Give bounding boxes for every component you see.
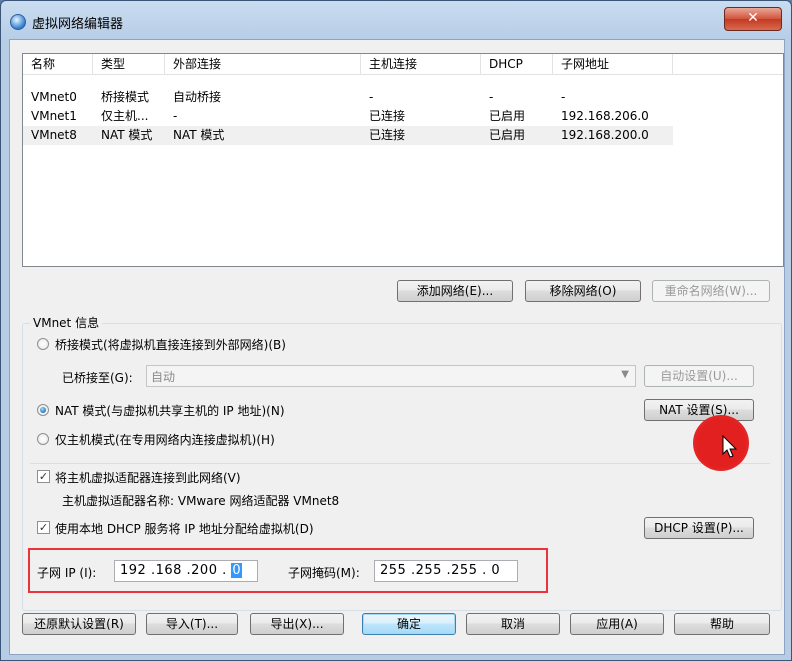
cancel-button[interactable]: 取消 — [466, 613, 560, 635]
cell-subnet: 192.168.206.0 — [561, 109, 649, 123]
column-header-type[interactable]: 类型 — [93, 54, 165, 75]
click-indicator — [693, 415, 749, 471]
connect-adapter-label[interactable]: 将主机虚拟适配器连接到此网络(V) — [55, 469, 241, 486]
adapter-name-label: 主机虚拟适配器名称: VMware 网络适配器 VMnet8 — [62, 494, 340, 508]
title-bar[interactable]: 虚拟网络编辑器 ✕ — [1, 1, 791, 41]
cell-external: NAT 模式 — [173, 128, 225, 142]
column-header-external[interactable]: 外部连接 — [165, 54, 361, 75]
globe-icon — [10, 14, 26, 30]
dhcp-settings-button[interactable]: DHCP 设置(P)... — [644, 517, 754, 539]
cell-type: NAT 模式 — [101, 128, 153, 142]
remove-network-button[interactable]: 移除网络(O) — [525, 280, 641, 302]
import-button[interactable]: 导入(T)... — [146, 613, 238, 635]
cell-name: VMnet0 — [31, 90, 77, 104]
annotation-highlight-box — [28, 548, 548, 593]
export-button[interactable]: 导出(X)... — [250, 613, 344, 635]
close-button[interactable]: ✕ — [724, 7, 782, 31]
cell-dhcp: - — [489, 90, 494, 104]
window-title: 虚拟网络编辑器 — [32, 17, 124, 32]
divider — [30, 463, 770, 464]
bridge-mode-radio[interactable] — [37, 338, 49, 350]
nat-mode-radio[interactable] — [37, 404, 49, 416]
dialog-client-area: 名称 类型 外部连接 主机连接 DHCP 子网地址 VMnet0 桥接模式 自动… — [9, 39, 785, 655]
connect-adapter-checkbox[interactable]: ✓ — [37, 470, 50, 483]
auto-settings-button[interactable]: 自动设置(U)... — [644, 365, 754, 387]
vmnet-info-label: VMnet 信息 — [30, 314, 103, 331]
cell-host: 已连接 — [369, 128, 406, 142]
cell-external: 自动桥接 — [173, 90, 222, 104]
column-header-empty — [673, 54, 783, 75]
virtual-network-editor-window: 虚拟网络编辑器 ✕ 名称 类型 外部连接 主机连接 DHCP 子网地址 VMne… — [0, 0, 792, 661]
cell-host: - — [369, 90, 374, 104]
cell-subnet: - — [561, 90, 566, 104]
column-header-name[interactable]: 名称 — [23, 54, 93, 75]
table-row[interactable]: VMnet1 仅主机... - 已连接 已启用 192.168.206.0 — [23, 107, 783, 126]
table-row[interactable]: VMnet0 桥接模式 自动桥接 - - - — [23, 88, 783, 107]
add-network-button[interactable]: 添加网络(E)... — [397, 280, 513, 302]
use-dhcp-label[interactable]: 使用本地 DHCP 服务将 IP 地址分配给虚拟机(D) — [55, 520, 314, 537]
network-list-header: 名称 类型 外部连接 主机连接 DHCP 子网地址 — [23, 54, 783, 76]
bridged-to-label: 已桥接至(G): — [62, 371, 133, 385]
rename-network-button[interactable]: 重命名网络(W)... — [652, 280, 770, 302]
host-only-mode-radio[interactable] — [37, 433, 49, 445]
cell-name: VMnet8 — [31, 128, 77, 142]
cell-dhcp: 已启用 — [489, 109, 526, 123]
bridge-mode-label[interactable]: 桥接模式(将虚拟机直接连接到外部网络)(B) — [55, 336, 286, 353]
cell-external: - — [173, 109, 178, 123]
restore-defaults-button[interactable]: 还原默认设置(R) — [22, 613, 136, 635]
help-button[interactable]: 帮助 — [674, 613, 770, 635]
cell-name: VMnet1 — [31, 109, 77, 123]
apply-button[interactable]: 应用(A) — [570, 613, 664, 635]
bridged-to-dropdown[interactable]: 自动 ▼ — [146, 365, 636, 387]
cell-subnet: 192.168.200.0 — [561, 128, 649, 142]
network-list[interactable]: 名称 类型 外部连接 主机连接 DHCP 子网地址 VMnet0 桥接模式 自动… — [22, 53, 784, 267]
nat-mode-label[interactable]: NAT 模式(与虚拟机共享主机的 IP 地址)(N) — [55, 402, 285, 419]
table-row-selected[interactable]: VMnet8 NAT 模式 NAT 模式 已连接 已启用 192.168.200… — [23, 126, 673, 145]
column-header-subnet[interactable]: 子网地址 — [553, 54, 673, 75]
cell-host: 已连接 — [369, 109, 406, 123]
ok-button[interactable]: 确定 — [362, 613, 456, 635]
mouse-pointer-icon — [722, 435, 738, 458]
cell-type: 桥接模式 — [101, 90, 150, 104]
chevron-down-icon: ▼ — [621, 369, 629, 380]
cell-type: 仅主机... — [101, 109, 149, 123]
bridged-to-value: 自动 — [151, 370, 176, 384]
nat-settings-button[interactable]: NAT 设置(S)... — [644, 399, 754, 421]
use-dhcp-checkbox[interactable]: ✓ — [37, 521, 50, 534]
host-only-mode-label[interactable]: 仅主机模式(在专用网络内连接虚拟机)(H) — [55, 431, 275, 448]
cell-dhcp: 已启用 — [489, 128, 526, 142]
column-header-host[interactable]: 主机连接 — [361, 54, 481, 75]
column-header-dhcp[interactable]: DHCP — [481, 54, 553, 75]
